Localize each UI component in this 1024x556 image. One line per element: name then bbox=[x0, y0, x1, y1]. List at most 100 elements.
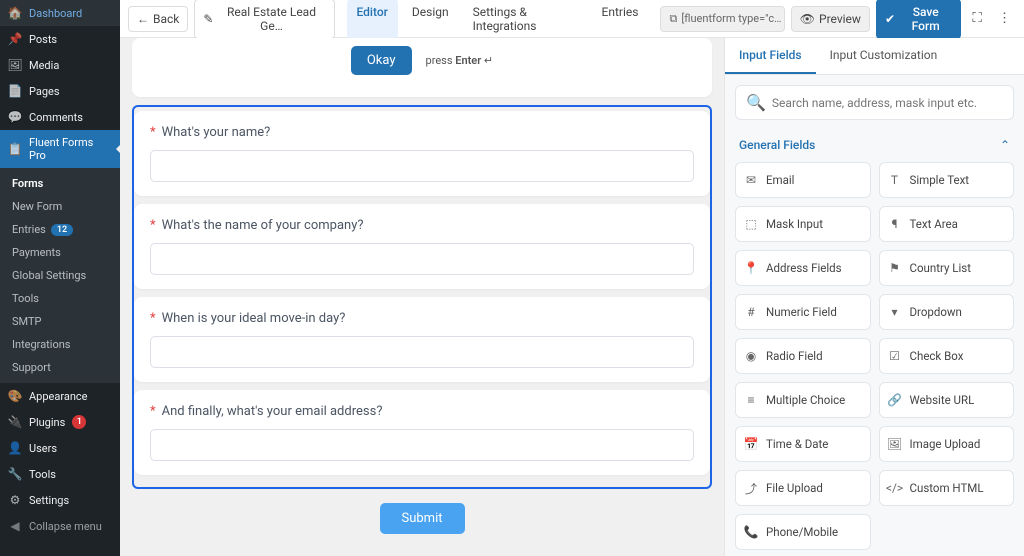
sidebar-label: Fluent Forms Pro bbox=[29, 136, 112, 162]
company-input[interactable] bbox=[150, 243, 694, 275]
field-radio[interactable]: ◉Radio Field bbox=[735, 338, 871, 374]
field-dropdown[interactable]: ▾Dropdown bbox=[879, 294, 1015, 330]
sidebar-label: Plugins bbox=[29, 416, 65, 429]
field-label: Simple Text bbox=[910, 173, 970, 187]
field-label: Radio Field bbox=[766, 349, 823, 363]
question-card-name[interactable]: *What's your name? bbox=[134, 111, 710, 196]
sidebar-item-fluent-forms[interactable]: 📋Fluent Forms Pro bbox=[0, 130, 120, 168]
sidebar-label: Comments bbox=[29, 111, 83, 124]
field-phone[interactable]: 📞Phone/Mobile bbox=[735, 514, 871, 550]
required-mark: * bbox=[150, 218, 156, 233]
rp-tab-customization[interactable]: Input Customization bbox=[816, 38, 952, 74]
submenu-label: Tools bbox=[12, 292, 39, 305]
sidebar-item-users[interactable]: 👤Users bbox=[0, 435, 120, 461]
sidebar-sub-payments[interactable]: Payments bbox=[0, 241, 120, 264]
rightpanel-tabs: Input Fields Input Customization bbox=[725, 38, 1024, 75]
wp-admin-sidebar: 🏠Dashboard 📌Posts 🖼Media 📄Pages 💬Comment… bbox=[0, 0, 120, 556]
tab-settings[interactable]: Settings & Integrations bbox=[463, 0, 588, 39]
sidebar-label: Appearance bbox=[29, 390, 88, 403]
check-icon: ✔ bbox=[885, 12, 895, 26]
sidebar-sub-integrations[interactable]: Integrations bbox=[0, 333, 120, 356]
field-image-upload[interactable]: 🖼Image Upload bbox=[879, 426, 1015, 462]
link-icon: 🔗 bbox=[888, 393, 902, 407]
field-label: Time & Date bbox=[766, 437, 828, 451]
question-card-email[interactable]: *And finally, what's your email address? bbox=[134, 390, 710, 475]
phone-icon: 📞 bbox=[744, 525, 758, 539]
tab-editor[interactable]: Editor bbox=[347, 0, 398, 39]
tab-entries[interactable]: Entries bbox=[592, 0, 649, 39]
form-title: Real Estate Lead Ge… bbox=[217, 5, 325, 33]
sidebar-sub-entries[interactable]: Entries12 bbox=[0, 218, 120, 241]
field-checkbox[interactable]: ☑Check Box bbox=[879, 338, 1015, 374]
field-country[interactable]: ⚑Country List bbox=[879, 250, 1015, 286]
field-label: Check Box bbox=[910, 349, 964, 363]
preview-button[interactable]: 👁Preview bbox=[791, 6, 870, 32]
fullscreen-button[interactable]: ⛶ bbox=[967, 6, 986, 31]
sidebar-collapse[interactable]: ◀Collapse menu bbox=[0, 513, 120, 539]
field-simple-text[interactable]: TSimple Text bbox=[879, 162, 1015, 198]
page-icon: 📄 bbox=[8, 84, 22, 98]
sidebar-item-media[interactable]: 🖼Media bbox=[0, 52, 120, 78]
movein-input[interactable] bbox=[150, 336, 694, 368]
intro-card[interactable]: Okay press Enter ↵ bbox=[132, 38, 712, 97]
section-general-fields[interactable]: General Fields ⌃ bbox=[735, 132, 1014, 162]
rightpanel-body: 🔍 General Fields ⌃ ✉Email TSimple Text ⬚… bbox=[725, 75, 1024, 556]
sidebar-sub-newform[interactable]: New Form bbox=[0, 195, 120, 218]
save-button[interactable]: ✔ Save Form bbox=[876, 0, 961, 39]
pin-icon: 📌 bbox=[8, 32, 22, 46]
question-card-company[interactable]: *What's the name of your company? bbox=[134, 204, 710, 289]
flag-icon: ⚑ bbox=[888, 261, 902, 275]
sidebar-item-posts[interactable]: 📌Posts bbox=[0, 26, 120, 52]
okay-button[interactable]: Okay bbox=[351, 46, 412, 75]
question-label: *When is your ideal move-in day? bbox=[150, 311, 694, 326]
sidebar-submenu: Forms New Form Entries12 Payments Global… bbox=[0, 168, 120, 383]
code-icon: </> bbox=[888, 481, 902, 495]
more-menu-button[interactable]: ⋮ bbox=[993, 6, 1016, 31]
sidebar-item-settings[interactable]: ⚙Settings bbox=[0, 487, 120, 513]
field-custom-html[interactable]: </>Custom HTML bbox=[879, 470, 1015, 506]
field-search-input[interactable] bbox=[772, 96, 1003, 110]
field-search[interactable]: 🔍 bbox=[735, 85, 1014, 120]
topbar-tabs: Editor Design Settings & Integrations En… bbox=[347, 0, 649, 39]
field-mask-input[interactable]: ⬚Mask Input bbox=[735, 206, 871, 242]
plugin-icon: 🔌 bbox=[8, 415, 22, 429]
topbar: ←Back ✎Real Estate Lead Ge… Editor Desig… bbox=[120, 0, 1024, 38]
back-button[interactable]: ←Back bbox=[128, 6, 188, 32]
name-input[interactable] bbox=[150, 150, 694, 182]
question-card-movein[interactable]: *When is your ideal move-in day? bbox=[134, 297, 710, 382]
submenu-label: Integrations bbox=[12, 338, 70, 351]
sidebar-sub-support[interactable]: Support bbox=[0, 356, 120, 379]
search-icon: 🔍 bbox=[746, 93, 766, 112]
submit-button[interactable]: Submit bbox=[380, 503, 465, 534]
submenu-label: Payments bbox=[12, 246, 61, 259]
sidebar-item-plugins[interactable]: 🔌Plugins1 bbox=[0, 409, 120, 435]
rp-tab-input-fields[interactable]: Input Fields bbox=[725, 38, 816, 74]
field-label: Mask Input bbox=[766, 217, 823, 231]
shortcode-text: [fluentform type="c… bbox=[681, 12, 781, 25]
field-textarea[interactable]: ¶Text Area bbox=[879, 206, 1015, 242]
sidebar-sub-tools[interactable]: Tools bbox=[0, 287, 120, 310]
sidebar-item-comments[interactable]: 💬Comments bbox=[0, 104, 120, 130]
sidebar-item-tools[interactable]: 🔧Tools bbox=[0, 461, 120, 487]
upload-icon: ⤴ bbox=[744, 481, 758, 495]
sidebar-sub-globalsettings[interactable]: Global Settings bbox=[0, 264, 120, 287]
save-label: Save Form bbox=[899, 5, 952, 33]
field-website-url[interactable]: 🔗Website URL bbox=[879, 382, 1015, 418]
sidebar-item-pages[interactable]: 📄Pages bbox=[0, 78, 120, 104]
form-title-button[interactable]: ✎Real Estate Lead Ge… bbox=[194, 0, 334, 39]
field-address[interactable]: 📍Address Fields bbox=[735, 250, 871, 286]
field-email[interactable]: ✉Email bbox=[735, 162, 871, 198]
sidebar-sub-forms[interactable]: Forms bbox=[0, 172, 120, 195]
users-icon: 👤 bbox=[8, 441, 22, 455]
sidebar-item-dashboard[interactable]: 🏠Dashboard bbox=[0, 0, 120, 26]
sidebar-label: Media bbox=[29, 59, 59, 72]
email-input[interactable] bbox=[150, 429, 694, 461]
field-file-upload[interactable]: ⤴File Upload bbox=[735, 470, 871, 506]
sidebar-sub-smtp[interactable]: SMTP bbox=[0, 310, 120, 333]
sidebar-item-appearance[interactable]: 🎨Appearance bbox=[0, 383, 120, 409]
field-numeric[interactable]: #Numeric Field bbox=[735, 294, 871, 330]
field-time-date[interactable]: 📅Time & Date bbox=[735, 426, 871, 462]
shortcode-display[interactable]: ⧉[fluentform type="c… bbox=[660, 6, 784, 32]
field-multiple-choice[interactable]: ≡Multiple Choice bbox=[735, 382, 871, 418]
tab-design[interactable]: Design bbox=[402, 0, 459, 39]
